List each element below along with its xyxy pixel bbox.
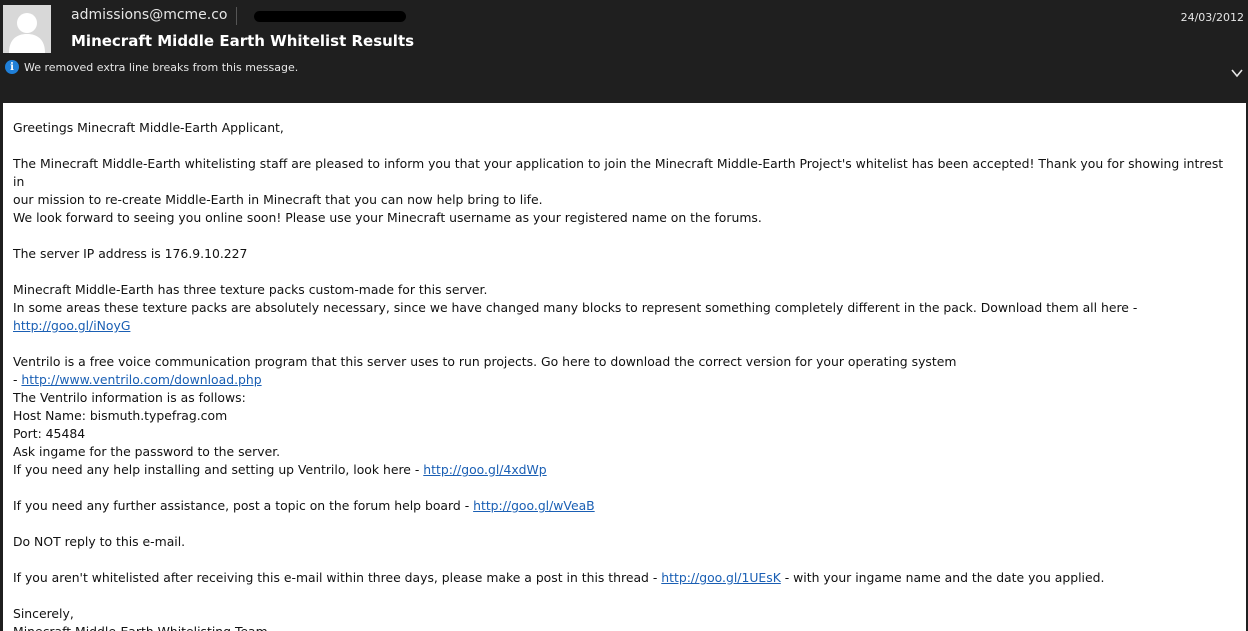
notice-text: We removed extra line breaks from this m… <box>24 60 299 74</box>
body-line: our mission to re-create Middle-Earth in… <box>13 192 543 207</box>
body-line: We look forward to seeing you online soo… <box>13 210 762 225</box>
greeting: Greetings Minecraft Middle-Earth Applica… <box>13 120 284 135</box>
sender-address[interactable]: admissions@mcme.co <box>71 7 228 23</box>
sender-avatar[interactable] <box>3 5 51 53</box>
body-line: Host Name: bismuth.typefrag.com <box>13 408 228 423</box>
no-reply-line: Do NOT reply to this e-mail. <box>13 534 186 549</box>
body-line: If you need any further assistance, post… <box>13 497 1236 515</box>
body-line: Ventrilo is a free voice communication p… <box>13 354 957 369</box>
body-line: Minecraft Middle-Earth has three texture… <box>13 282 488 297</box>
texture-prefix: In some areas these texture packs are ab… <box>13 300 1138 315</box>
body-line: If you need any help installing and sett… <box>13 461 1236 479</box>
info-icon: i <box>5 60 19 74</box>
body-line: The Ventrilo information is as follows: <box>13 390 246 405</box>
line-break-notice: i We removed extra line breaks from this… <box>5 59 298 75</box>
ventrilo-download-link[interactable]: http://www.ventrilo.com/download.php <box>21 372 261 387</box>
header-divider <box>236 7 237 25</box>
signoff: Sincerely, <box>13 606 74 621</box>
body-line: Port: 45484 <box>13 426 86 441</box>
body-line: If you aren't whitelisted after receivin… <box>13 569 1236 587</box>
email-reader-window: admissions@mcme.co 24/03/2012 Minecraft … <box>0 0 1248 631</box>
whitelist-suffix: - with your ingame name and the date you… <box>780 570 1105 585</box>
body-line: In some areas these texture packs are ab… <box>13 299 1236 335</box>
chevron-down-icon[interactable] <box>1230 66 1244 80</box>
email-header: admissions@mcme.co 24/03/2012 Minecraft … <box>0 0 1248 103</box>
body-line: The Minecraft Middle-Earth whitelisting … <box>13 156 1224 189</box>
redacted-recipient <box>254 11 406 22</box>
server-ip-line: The server IP address is 176.9.10.227 <box>13 246 248 261</box>
ventrilo-help-link[interactable]: http://goo.gl/4xdWp <box>423 462 546 477</box>
body-line: Ask ingame for the password to the serve… <box>13 444 281 459</box>
assist-prefix: If you need any further assistance, post… <box>13 498 474 513</box>
email-body: Greetings Minecraft Middle-Earth Applica… <box>3 103 1246 631</box>
texture-pack-link[interactable]: http://goo.gl/iNoyG <box>13 318 130 333</box>
body-line: - http://www.ventrilo.com/download.php <box>13 371 1236 389</box>
email-subject: Minecraft Middle Earth Whitelist Results <box>71 32 415 50</box>
whitelist-thread-link[interactable]: http://goo.gl/1UEsK <box>661 570 781 585</box>
email-date: 24/03/2012 <box>1180 11 1244 24</box>
forum-help-link[interactable]: http://goo.gl/wVeaB <box>473 498 595 513</box>
whitelist-prefix: If you aren't whitelisted after receivin… <box>13 570 662 585</box>
team-signature: Minecraft Middle-Earth Whitelisting Team <box>13 623 1236 631</box>
ventrilo-help-prefix: If you need any help installing and sett… <box>13 462 424 477</box>
person-icon <box>3 5 51 53</box>
